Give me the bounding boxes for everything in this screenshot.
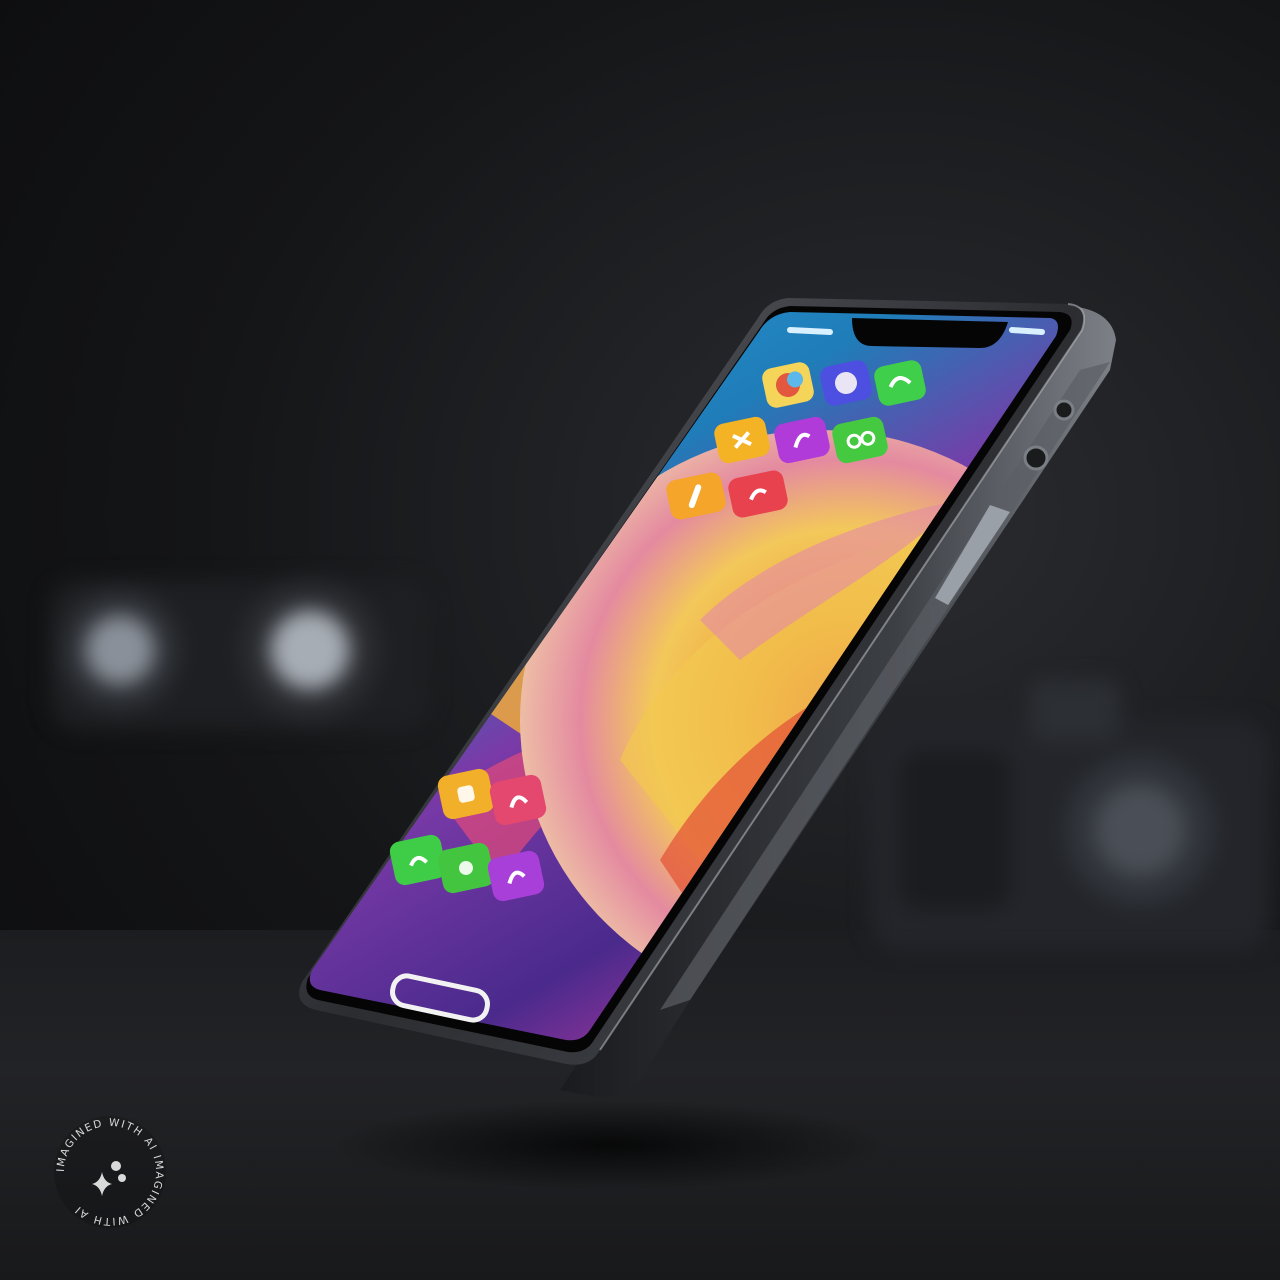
screen-notch [852,318,1008,348]
scene: IMAGINED WITH AI IMAGINED WITH AI [0,0,1280,1280]
smartphone [299,298,1116,1097]
camera-lens-icon [1053,399,1075,421]
status-bar-battery [1009,327,1045,335]
watermark-badge: IMAGINED WITH AI IMAGINED WITH AI [54,1116,166,1228]
status-bar-time [787,327,833,335]
